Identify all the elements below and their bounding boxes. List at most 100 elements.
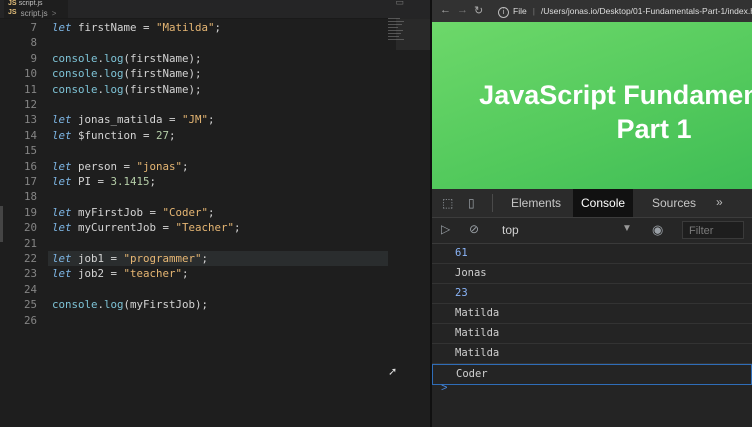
console-filter-input[interactable]: Filter [682,221,744,239]
console-message[interactable]: 23 [432,284,752,304]
code-token: "JM" [182,113,209,127]
code-text[interactable]: console.log(myFirstJob); [52,297,208,312]
code-text[interactable]: let jonas_matilda = "JM"; [52,112,215,127]
breadcrumb-file[interactable]: script.js [21,9,48,18]
editor-actions-icon[interactable]: ▭ [395,0,404,8]
line-number: 19 [23,205,37,219]
code-text[interactable]: let $function = 27; [52,128,176,143]
back-arrow-icon[interactable]: ← [440,4,451,16]
console-message[interactable]: Matilda [432,344,752,364]
code-text[interactable]: console.log(firstName); [52,66,202,81]
line-number: 18 [23,190,37,204]
code-text[interactable]: let myFirstJob = "Coder"; [52,205,215,220]
code-line[interactable]: 24 [0,282,430,297]
editor-scrollbar-thumb[interactable] [396,18,430,50]
code-text[interactable]: let person = "jonas"; [52,159,189,174]
code-line[interactable]: 19 let myFirstJob = "Coder"; [0,205,430,220]
console-toolbar: ▷ ⊘ top ▼ ◉ Filter [432,218,752,244]
code-line[interactable]: 18 [0,189,430,204]
code-line[interactable]: 7 let firstName = "Matilda"; [0,20,430,35]
line-number: 16 [23,159,37,173]
code-token: console [52,82,98,96]
code-text[interactable]: let firstName = "Matilda"; [52,20,221,35]
console-message[interactable]: Matilda [432,324,752,344]
code-token: jonas_matilda = [71,113,183,127]
code-token: "teacher" [123,267,183,281]
browser-window: ← → ↻ i File | /Users/jonas.io/Desktop/01-F… [432,0,752,427]
tab-console[interactable]: Console [573,189,634,217]
code-line[interactable]: 11 console.log(firstName); [0,82,430,97]
code-token: "programmer" [123,252,202,265]
editor-tab-label: script.js [18,0,43,7]
device-toolbar-icon[interactable]: ▯ [468,196,475,210]
code-token: job2 = [71,267,124,281]
code-text[interactable]: console.log(firstName); [52,82,202,97]
breadcrumb[interactable]: JS script.js > [8,9,56,18]
code-line[interactable]: 10 console.log(firstName); [0,66,430,81]
console-message[interactable]: Coder [432,364,752,385]
code-token: 3.1415 [110,175,150,188]
code-line[interactable]: 22 let job1 = "programmer"; [0,251,430,266]
code-token: log [104,51,124,65]
code-line[interactable]: 25 console.log(myFirstJob); [0,297,430,312]
live-expression-icon[interactable]: ◉ [652,222,663,238]
code-line[interactable]: 17 let PI = 3.1415; [0,174,430,189]
code-token: console [52,51,98,65]
more-tabs-icon[interactable]: » [716,195,723,209]
code-token: (firstName); [123,67,202,81]
code-token: log [104,298,124,312]
code-text[interactable]: console.log(firstName); [52,51,202,66]
code-line[interactable]: 16 let person = "jonas"; [0,159,430,174]
code-token: "Coder" [162,205,209,219]
code-text[interactable]: let PI = 3.1415; [52,174,156,189]
code-line[interactable]: 26 [0,313,430,328]
line-number: 20 [23,221,37,235]
line-number: 23 [23,267,37,281]
code-editor[interactable]: JS script.js JS script.js > ▭ 7 let first… [0,0,430,427]
address-scheme: File [513,6,527,16]
page-heading: JavaScript Fundamentals – Part 1 [474,78,752,146]
code-text[interactable]: let job2 = "teacher"; [52,266,189,281]
forward-arrow-icon[interactable]: → [457,4,468,16]
code-text[interactable]: let myCurrentJob = "Teacher"; [52,220,241,235]
reload-icon[interactable]: ↻ [474,4,483,17]
browser-toolbar: ← → ↻ i File | /Users/jonas.io/Desktop/01-F… [432,0,752,22]
code-token: let [52,221,72,235]
info-icon[interactable]: i [498,7,509,18]
code-token: person = [71,159,137,173]
code-text[interactable]: let job1 = "programmer"; [52,251,208,266]
code-token: (myFirstJob); [123,298,209,312]
console-output[interactable]: 61 Jonas 23 Matilda Matilda Matilda Coder [432,244,752,385]
console-message[interactable]: Jonas [432,264,752,284]
code-line[interactable]: 14 let $function = 27; [0,128,430,143]
code-line[interactable]: 20 let myCurrentJob = "Teacher"; [0,220,430,235]
context-selector[interactable]: top [502,223,519,237]
code-line[interactable]: 9 console.log(firstName); [0,51,430,66]
tab-sources[interactable]: Sources [644,189,704,217]
toolbar-divider [492,194,493,212]
address-bar[interactable]: i File | /Users/jonas.io/Desktop/01-Fundame… [492,3,752,19]
code-line[interactable]: 15 [0,143,430,158]
code-line[interactable]: 8 [0,35,430,50]
code-line[interactable]: 23 let job2 = "teacher"; [0,266,430,281]
code-token: let [52,205,72,219]
inspect-element-icon[interactable]: ⬚ [442,196,453,210]
clear-console-icon[interactable]: ⊘ [469,222,479,236]
console-message[interactable]: Matilda [432,304,752,324]
tab-elements[interactable]: Elements [503,189,569,217]
line-number: 22 [23,252,37,265]
page-heading-line-2: Part 1 [616,114,692,144]
code-line[interactable]: 21 [0,236,430,251]
code-token: myCurrentJob = [71,221,176,235]
code-token: job1 = [71,252,124,265]
code-token: let [52,267,72,281]
code-token: (firstName); [123,51,202,65]
console-sidebar-icon[interactable]: ▷ [441,222,450,236]
code-line[interactable]: 13 let jonas_matilda = "JM"; [0,112,430,127]
console-prompt-icon[interactable]: > [441,382,447,394]
code-line[interactable]: 12 [0,97,430,112]
console-message[interactable]: 61 [432,244,752,264]
code-token: ; [208,113,215,127]
chevron-down-icon[interactable]: ▼ [622,223,632,234]
code-token: ; [182,159,189,173]
